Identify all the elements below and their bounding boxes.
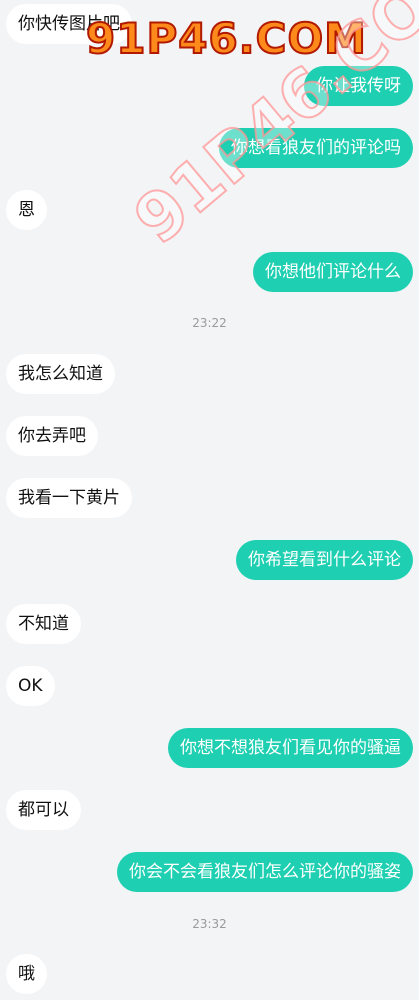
outgoing-message[interactable]: 你想他们评论什么	[253, 252, 413, 292]
outgoing-message[interactable]: 你想看狼友们的评论吗	[219, 128, 413, 168]
outgoing-message[interactable]: 你希望看到什么评论	[236, 540, 413, 580]
outgoing-message[interactable]: 你会不会看狼友们怎么评论你的骚姿	[117, 852, 413, 892]
chat-conversation: 你快传图片吧 你让我传呀 你想看狼友们的评论吗 恩 你想他们评论什么 23:22…	[0, 0, 419, 1000]
incoming-message[interactable]: 你去弄吧	[6, 416, 98, 456]
outgoing-message[interactable]: 你想不想狼友们看见你的骚逼	[168, 728, 413, 768]
incoming-message[interactable]: 恩	[6, 190, 47, 230]
outgoing-message[interactable]: 你让我传呀	[304, 66, 413, 106]
incoming-message[interactable]: 我怎么知道	[6, 354, 115, 394]
incoming-message[interactable]: 都可以	[6, 790, 81, 830]
incoming-message[interactable]: OK	[6, 666, 55, 706]
incoming-message[interactable]: 不知道	[6, 604, 81, 644]
incoming-message[interactable]: 你快传图片吧	[6, 4, 132, 44]
incoming-message[interactable]: 哦	[6, 954, 47, 994]
timestamp: 23:22	[192, 316, 227, 330]
incoming-message[interactable]: 我看一下黄片	[6, 478, 132, 518]
timestamp: 23:32	[192, 917, 227, 931]
